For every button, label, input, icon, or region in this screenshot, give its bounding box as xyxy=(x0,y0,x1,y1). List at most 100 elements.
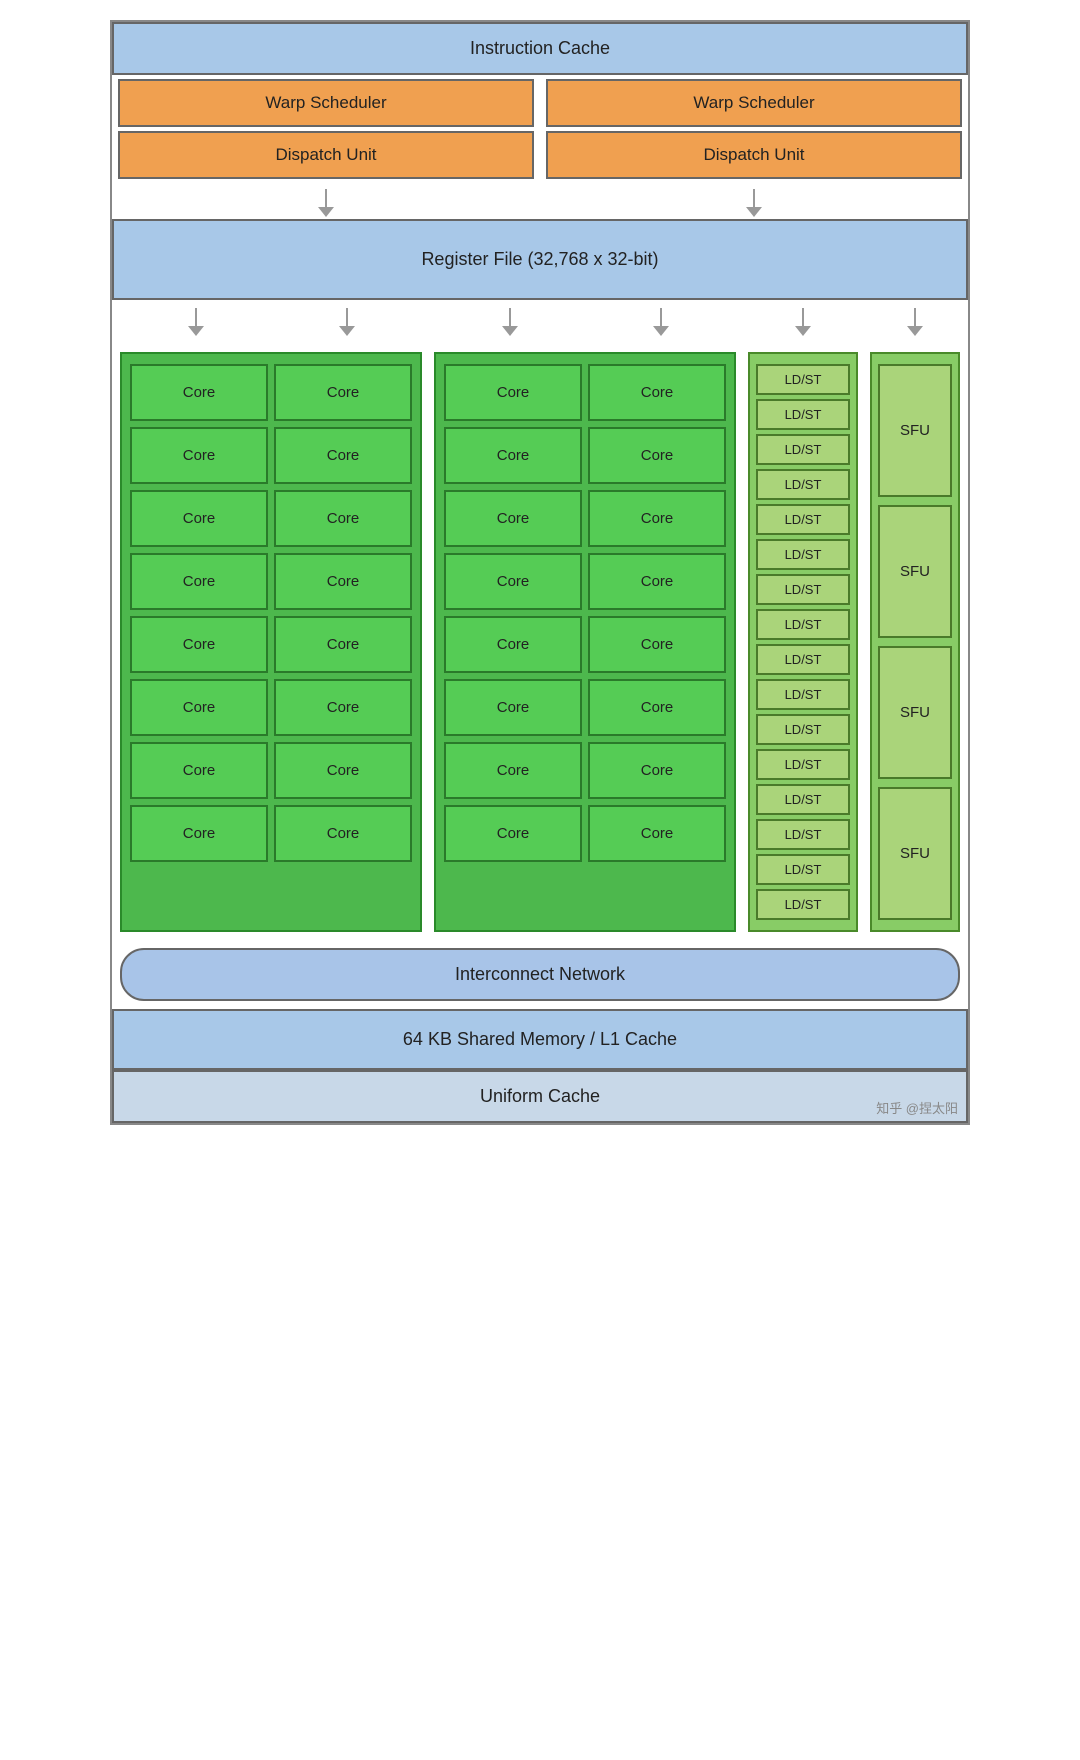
ldst-4: LD/ST xyxy=(756,469,850,500)
ldst-3: LD/ST xyxy=(756,434,850,465)
arrow-core1 xyxy=(188,308,204,336)
core-1-12: Core xyxy=(274,679,412,736)
core-1-2: Core xyxy=(274,364,412,421)
ldst-arrow xyxy=(748,308,858,336)
sfu-2: SFU xyxy=(878,505,952,638)
ldst-12: LD/ST xyxy=(756,749,850,780)
ldst-8: LD/ST xyxy=(756,609,850,640)
arrows-to-units xyxy=(112,300,968,336)
watermark: 知乎 @捏太阳 xyxy=(876,1098,958,1117)
core-row-1-2: Core Core xyxy=(130,427,412,484)
arrow-core4 xyxy=(653,308,669,336)
core-row-1-1: Core Core xyxy=(130,364,412,421)
core-2-10: Core xyxy=(588,616,726,673)
core-row-1-3: Core Core xyxy=(130,490,412,547)
uniform-cache-block: Uniform Cache xyxy=(112,1070,968,1123)
core-1-5: Core xyxy=(130,490,268,547)
arrows-to-register xyxy=(112,185,968,219)
ldst-6: LD/ST xyxy=(756,539,850,570)
ldst-13: LD/ST xyxy=(756,784,850,815)
core-2-4: Core xyxy=(588,427,726,484)
core-2-14: Core xyxy=(588,742,726,799)
ldst-9: LD/ST xyxy=(756,644,850,675)
core-2-15: Core xyxy=(444,805,582,862)
core-1-7: Core xyxy=(130,553,268,610)
core-1-11: Core xyxy=(130,679,268,736)
core-2-12: Core xyxy=(588,679,726,736)
interconnect-block: Interconnect Network xyxy=(120,948,960,1001)
ldst-16: LD/ST xyxy=(756,889,850,920)
arrow-left xyxy=(318,189,334,217)
ldst-10: LD/ST xyxy=(756,679,850,710)
dispatch-unit-row: Dispatch Unit Dispatch Unit xyxy=(112,131,968,185)
core-row-2-1: Core Core xyxy=(444,364,726,421)
sfu-3: SFU xyxy=(878,646,952,779)
arrow-core3 xyxy=(502,308,518,336)
core-1-16: Core xyxy=(274,805,412,862)
ldst-group: LD/ST LD/ST LD/ST LD/ST LD/ST LD/ST LD/S… xyxy=(748,352,858,932)
warp-scheduler-row: Warp Scheduler Warp Scheduler xyxy=(112,75,968,131)
core-1-8: Core xyxy=(274,553,412,610)
register-file-block: Register File (32,768 x 32-bit) xyxy=(112,219,968,300)
sfu-1: SFU xyxy=(878,364,952,497)
sfu-group: SFU SFU SFU SFU xyxy=(870,352,960,932)
ldst-11: LD/ST xyxy=(756,714,850,745)
arrow-right xyxy=(746,189,762,217)
core-row-1-8: Core Core xyxy=(130,805,412,862)
ldst-7: LD/ST xyxy=(756,574,850,605)
core-2-6: Core xyxy=(588,490,726,547)
shared-memory-block: 64 KB Shared Memory / L1 Cache xyxy=(112,1009,968,1070)
ldst-1: LD/ST xyxy=(756,364,850,395)
core-1-15: Core xyxy=(130,805,268,862)
core-row-2-3: Core Core xyxy=(444,490,726,547)
core-1-9: Core xyxy=(130,616,268,673)
sfu-4: SFU xyxy=(878,787,952,920)
core-2-2: Core xyxy=(588,364,726,421)
core-row-1-6: Core Core xyxy=(130,679,412,736)
core-row-1-4: Core Core xyxy=(130,553,412,610)
core-2-3: Core xyxy=(444,427,582,484)
core-row-2-4: Core Core xyxy=(444,553,726,610)
core-2-16: Core xyxy=(588,805,726,862)
arrow-sfu xyxy=(907,308,923,336)
core-2-8: Core xyxy=(588,553,726,610)
core-row-1-5: Core Core xyxy=(130,616,412,673)
core-1-6: Core xyxy=(274,490,412,547)
core-2-7: Core xyxy=(444,553,582,610)
core-row-2-2: Core Core xyxy=(444,427,726,484)
core-group2-arrows xyxy=(434,308,736,336)
core-row-2-8: Core Core xyxy=(444,805,726,862)
ldst-14: LD/ST xyxy=(756,819,850,850)
core-row-2-7: Core Core xyxy=(444,742,726,799)
diagram-container: Instruction Cache Warp Scheduler Warp Sc… xyxy=(110,20,970,1125)
core-2-13: Core xyxy=(444,742,582,799)
core-row-2-5: Core Core xyxy=(444,616,726,673)
warp-scheduler-left: Warp Scheduler xyxy=(118,79,534,127)
core-row-2-6: Core Core xyxy=(444,679,726,736)
sfu-arrow xyxy=(870,308,960,336)
core-group1-arrows xyxy=(120,308,422,336)
core-1-10: Core xyxy=(274,616,412,673)
core-2-11: Core xyxy=(444,679,582,736)
core-1-14: Core xyxy=(274,742,412,799)
dispatch-unit-right: Dispatch Unit xyxy=(546,131,962,179)
ldst-15: LD/ST xyxy=(756,854,850,885)
arrow-core2 xyxy=(339,308,355,336)
core-row-1-7: Core Core xyxy=(130,742,412,799)
core-group-2: Core Core Core Core Core Core Core Core … xyxy=(434,352,736,932)
ldst-5: LD/ST xyxy=(756,504,850,535)
warp-scheduler-right: Warp Scheduler xyxy=(546,79,962,127)
arrow-ldst xyxy=(795,308,811,336)
core-2-5: Core xyxy=(444,490,582,547)
functional-units-area: Core Core Core Core Core Core Core Core … xyxy=(112,336,968,940)
instruction-cache-block: Instruction Cache xyxy=(112,22,968,75)
architecture-diagram: Instruction Cache Warp Scheduler Warp Sc… xyxy=(110,20,970,1125)
core-1-13: Core xyxy=(130,742,268,799)
core-2-1: Core xyxy=(444,364,582,421)
core-1-1: Core xyxy=(130,364,268,421)
core-1-4: Core xyxy=(274,427,412,484)
core-group-1: Core Core Core Core Core Core Core Core … xyxy=(120,352,422,932)
dispatch-unit-left: Dispatch Unit xyxy=(118,131,534,179)
core-2-9: Core xyxy=(444,616,582,673)
core-1-3: Core xyxy=(130,427,268,484)
